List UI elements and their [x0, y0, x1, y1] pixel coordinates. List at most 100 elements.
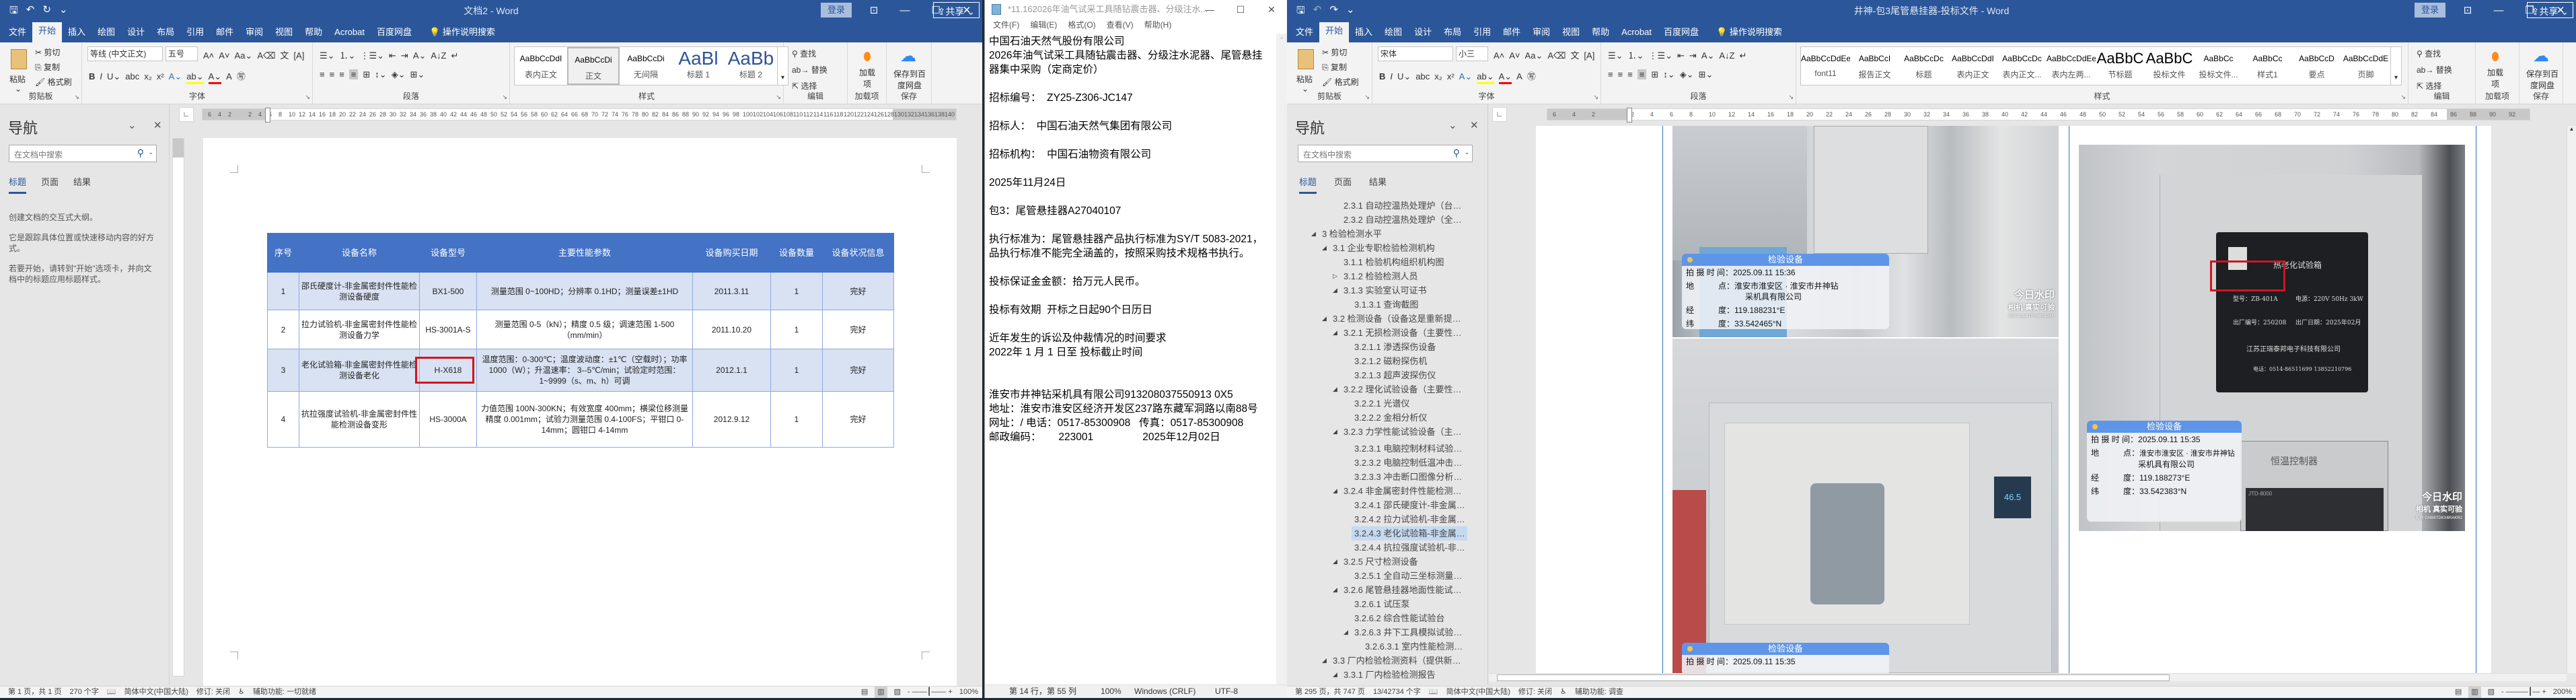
- search-icon[interactable]: ⚲: [137, 147, 144, 159]
- nav-close-icon[interactable]: ✕: [1470, 119, 1479, 131]
- change-case-icon[interactable]: Aa⌄: [235, 50, 253, 61]
- cut-button[interactable]: ✂ 剪切: [35, 46, 60, 58]
- phonetic-guide-icon[interactable]: 文: [280, 48, 289, 61]
- addins-button[interactable]: 加载项: [859, 67, 875, 90]
- table-cell[interactable]: 完好: [822, 310, 894, 349]
- table-cell[interactable]: 2011.3.11: [692, 272, 771, 310]
- grow-font-icon[interactable]: A˄: [203, 50, 214, 61]
- table-cell[interactable]: 测量范围 0~100HD；分辨率 0.1HD；测量误差±1HD: [476, 272, 693, 310]
- tab-布局[interactable]: 布局: [1438, 24, 1467, 42]
- font-size-select[interactable]: 五号: [165, 46, 198, 61]
- tab-审阅[interactable]: 审阅: [240, 24, 269, 42]
- show-marks-icon[interactable]: ↵: [451, 50, 459, 61]
- style-表内正文[interactable]: AaBbCcDdI 表内正文: [515, 47, 567, 85]
- decrease-indent-icon[interactable]: ⇤: [1677, 50, 1685, 61]
- nav-heading-item[interactable]: 3 检验检测水平: [1319, 227, 1467, 241]
- nav-heading-item[interactable]: 2.3.1 自动控温热处理炉（台车...: [1341, 199, 1467, 213]
- nav-tab-页面[interactable]: 页面: [41, 175, 59, 194]
- chevron-down-icon[interactable]: ⌄: [15, 84, 22, 94]
- dialog-launcher-icon[interactable]: ↘: [305, 94, 310, 101]
- nameplate-photo[interactable]: 热老化试验箱 型号：ZB-401A 电源：220V 50Hz 3kW 出厂编号：…: [2079, 145, 2465, 531]
- nav-heading-item[interactable]: 3.2.3.1 电脑控制材料试验机...: [1352, 442, 1467, 456]
- baidu-cloud-icon[interactable]: ☁: [900, 46, 916, 66]
- tab-百度网盘[interactable]: 百度网盘: [1658, 24, 1705, 42]
- shrink-font-icon[interactable]: A˅: [1509, 50, 1520, 61]
- nav-heading-item[interactable]: 3.2.1.1 渗透探伤设备: [1352, 340, 1467, 354]
- multilevel-list-icon[interactable]: ⋮☰⌄: [1648, 50, 1672, 61]
- paste-button[interactable]: 粘贴: [1296, 73, 1313, 85]
- style-节标题[interactable]: AaBbC 节标题: [2096, 47, 2145, 85]
- line-spacing-icon[interactable]: ↕⌄: [1663, 69, 1675, 80]
- close-button[interactable]: ✕: [1256, 4, 1287, 15]
- expanded-triangle-icon[interactable]: ◢: [1322, 654, 1327, 668]
- font-name-select[interactable]: 等线 (中文正文): [87, 46, 163, 61]
- addin-icon[interactable]: [864, 52, 871, 61]
- style-投标文件[interactable]: AaBbC 投标文件: [2145, 47, 2194, 85]
- dialog-launcher-icon[interactable]: ↘: [1788, 94, 1794, 101]
- align-left-icon[interactable]: ≡: [320, 69, 325, 79]
- print-layout-icon[interactable]: ▥: [2468, 687, 2481, 698]
- tab-开始[interactable]: 开始: [1319, 22, 1350, 42]
- underline-icon[interactable]: U⌄: [1397, 71, 1411, 82]
- table-cell[interactable]: 4: [267, 391, 299, 448]
- align-right-icon[interactable]: ≡: [1627, 69, 1633, 79]
- table-cell[interactable]: 测量范围 0-5（kN）；精度 0.5 级；调速范围 1-500（mm/min）: [476, 310, 693, 349]
- style-正文[interactable]: AaBbCcDi 正文: [567, 47, 620, 85]
- table-cell[interactable]: 邵氏硬度计-非金属密封件性能检测设备硬度: [299, 272, 420, 310]
- text-effects-icon[interactable]: A⌄: [169, 71, 182, 82]
- nav-heading-item[interactable]: 3.2.3.2 电脑控制低温冲击试...: [1352, 456, 1467, 470]
- superscript-icon[interactable]: x²: [157, 71, 164, 81]
- status-lang[interactable]: 简体中文(中国大陆): [1446, 688, 1510, 696]
- multilevel-list-icon[interactable]: ⋮☰⌄: [360, 50, 384, 61]
- justify-icon[interactable]: ≡: [348, 69, 359, 79]
- align-left-icon[interactable]: ≡: [1608, 69, 1613, 79]
- table-cell[interactable]: 1: [770, 349, 823, 392]
- tab-插入[interactable]: 插入: [62, 24, 91, 42]
- nav-heading-item[interactable]: 3.1.3 实验室认可证书: [1341, 283, 1467, 298]
- table-cell[interactable]: 力值范围 100N-300KN；有效宽度 400mm；横梁位移测量精度 0.00…: [476, 391, 693, 448]
- bold-icon[interactable]: B: [1379, 71, 1385, 81]
- proofing-icon[interactable]: 📖: [1429, 688, 1438, 696]
- nav-tab-标题[interactable]: 标题: [9, 175, 27, 194]
- nav-heading-item[interactable]: 3.2.4.3 老化试验箱-非金属密...: [1352, 526, 1467, 540]
- nav-heading-item[interactable]: 3.2.6.3.1 室内性能检测报告: [1362, 639, 1467, 654]
- char-border-icon[interactable]: [A]: [1584, 50, 1594, 61]
- select-button[interactable]: ⇱ 选择: [2417, 80, 2441, 92]
- tab-绘图[interactable]: 绘图: [1378, 24, 1408, 42]
- decrease-indent-icon[interactable]: ⇤: [389, 50, 396, 61]
- subscript-icon[interactable]: x₂: [1434, 71, 1442, 81]
- cut-button[interactable]: ✂ 剪切: [1322, 46, 1347, 58]
- chinese-layout-icon[interactable]: A⌄: [413, 50, 427, 61]
- style-无间隔[interactable]: AaBbCcDi 无间隔: [620, 47, 672, 85]
- style-报告正文[interactable]: AaBbCcI 报告正文: [1850, 47, 1899, 85]
- nav-heading-item[interactable]: 3.2.4.1 邵氏硬度计-非金属密...: [1352, 498, 1467, 512]
- nav-heading-item[interactable]: 3.2.3.3 冲击断口图像分析仪...: [1352, 470, 1467, 484]
- increase-indent-icon[interactable]: ⇥: [401, 50, 408, 61]
- dialog-launcher-icon[interactable]: ↘: [1364, 94, 1370, 101]
- enclose-char-icon[interactable]: ㊢: [237, 69, 246, 82]
- style-标题[interactable]: AaBbCcDc 标题: [1899, 47, 1948, 85]
- tab-视图[interactable]: 视图: [269, 24, 299, 42]
- vertical-ruler[interactable]: [172, 138, 184, 676]
- table-cell[interactable]: HS-3000A: [419, 391, 477, 448]
- nav-heading-item[interactable]: 3.2.2.2 金相分析仪: [1352, 411, 1467, 425]
- font-name-select[interactable]: 宋体: [1378, 46, 1453, 61]
- document-page[interactable]: 检验设备 拍 摄 时 间：2025.09.11 15:36 地 点：淮安市淮安区…: [1536, 126, 2491, 673]
- table-cell[interactable]: 2012.9.12: [692, 391, 771, 448]
- tab-设计[interactable]: 设计: [1408, 24, 1438, 42]
- horizontal-scrollbar[interactable]: [1489, 673, 2567, 681]
- char-shading-icon[interactable]: A: [1516, 71, 1522, 81]
- chevron-down-icon[interactable]: ⌄: [148, 149, 153, 156]
- status-access[interactable]: 辅助功能: 一切就绪: [253, 688, 316, 696]
- align-center-icon[interactable]: ≡: [1618, 69, 1623, 79]
- nav-tab-页面[interactable]: 页面: [1334, 175, 1352, 194]
- char-border-icon[interactable]: [A]: [293, 50, 304, 61]
- nav-heading-item[interactable]: 3.1.2 检验检测人员: [1341, 269, 1467, 283]
- tab-文件[interactable]: 文件: [3, 24, 32, 42]
- bold-icon[interactable]: B: [89, 71, 95, 81]
- indent-marker[interactable]: [265, 108, 270, 123]
- paste-icon[interactable]: [1298, 49, 1314, 69]
- read-mode-icon[interactable]: ▤: [2455, 687, 2462, 698]
- strikethrough-icon[interactable]: abc: [125, 71, 139, 81]
- highlight-icon[interactable]: ab⌄: [1477, 71, 1494, 84]
